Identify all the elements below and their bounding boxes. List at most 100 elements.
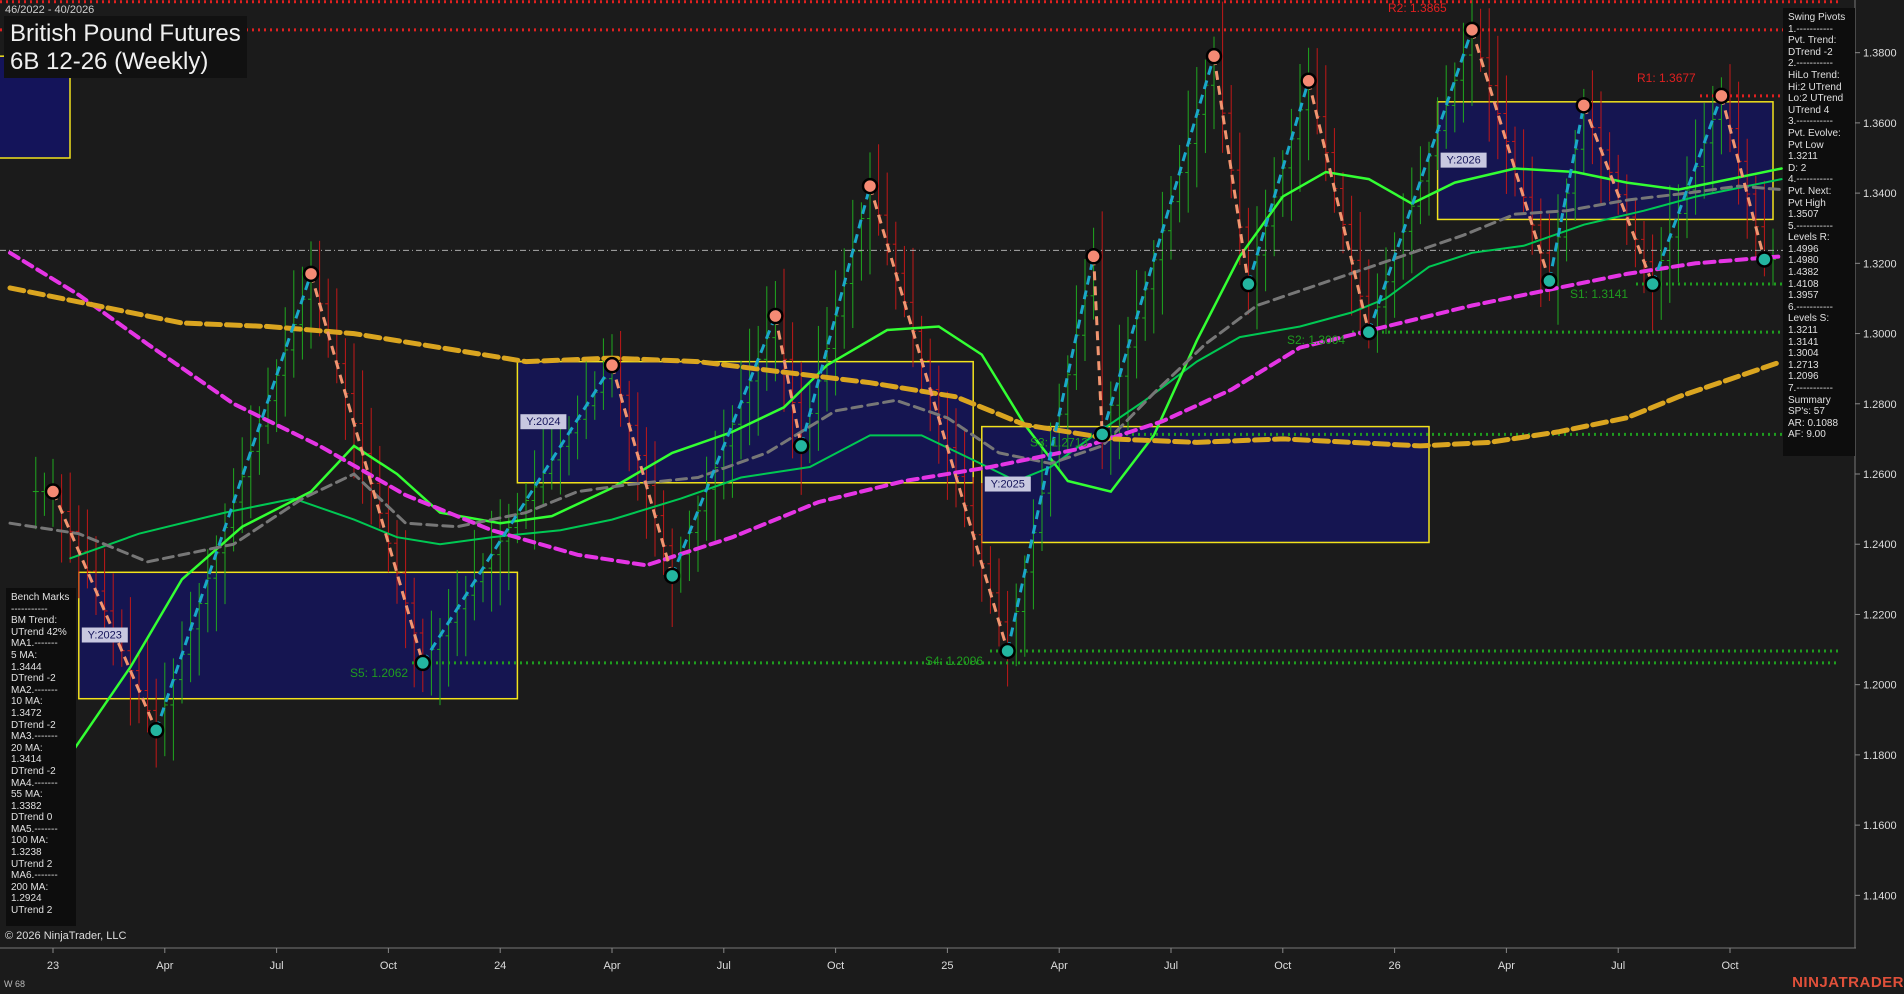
swing-panel-line: Pvt Low — [1788, 139, 1824, 151]
y-tick-label: 1.2000 — [1863, 680, 1897, 692]
bench-panel-line: MA5.------- — [11, 823, 58, 835]
y-tick-label: 1.1400 — [1863, 890, 1897, 902]
y-tick-label: 1.2200 — [1863, 609, 1897, 621]
y-tick-label: 1.1600 — [1863, 820, 1897, 832]
bench-panel-line: UTrend 42% — [11, 626, 67, 638]
swing-panel-line: 1.----------- — [1788, 23, 1833, 35]
bench-panel-line: 1.3414 — [11, 754, 42, 766]
x-tick-label: Oct — [1721, 960, 1738, 972]
level-label: S4: 1.2096 — [925, 654, 983, 668]
level-label: S2: 1.3004 — [1287, 333, 1345, 347]
swing-high-marker — [767, 307, 784, 325]
year-box-label: Y:2024 — [526, 416, 560, 428]
bench-panel-line: 100 MA: — [11, 835, 49, 847]
bench-panel-line: 200 MA: — [11, 881, 49, 893]
year-box-label: Y:2026 — [1446, 155, 1480, 167]
bench-marks-panel: Bench Marks ----------- BM Trend: UTrend 42… — [6, 588, 76, 926]
swing-low-marker — [1360, 323, 1378, 341]
swing-panel-line: 1.4996 — [1788, 243, 1819, 255]
chart-subtitle: 6B 12-26 (Weekly) — [10, 48, 209, 75]
swing-panel-line: UTrend 4 — [1788, 104, 1830, 116]
swing-low-marker — [1541, 272, 1558, 290]
swing-panel-line: 1.2096 — [1788, 371, 1819, 383]
bench-panel-line: MA2.------- — [11, 684, 58, 696]
swing-panel-line: Swing Pivots — [1788, 12, 1846, 23]
swing-panel-line: DTrend -2 — [1788, 46, 1833, 58]
bench-panel-line: 1.2924 — [11, 893, 42, 905]
swing-panel-line: 1.3211 — [1788, 325, 1818, 337]
price-chart[interactable]: Y:2023 Y:2024 Y:2025 Y:2026 R2: 1.3865 R1: 1.… — [0, 0, 1904, 994]
y-tick-label: 1.3600 — [1863, 118, 1897, 130]
y-tick-label: 1.2400 — [1863, 539, 1897, 551]
swing-low-marker — [147, 722, 165, 739]
swing-low-marker — [1093, 426, 1111, 443]
level-label: S3: 1.2713 — [1030, 435, 1088, 449]
x-tick-label: Jul — [270, 960, 284, 972]
swing-panel-line: Pvt High — [1788, 197, 1826, 209]
bench-panel-line: DTrend -2 — [11, 765, 56, 777]
swing-panel-line: 1.3507 — [1788, 209, 1819, 221]
swing-high-marker — [1085, 248, 1102, 265]
x-tick-label: 25 — [941, 960, 953, 972]
bench-panel-line: Bench Marks — [11, 592, 70, 603]
level-label: R2: 1.3865 — [1388, 1, 1447, 15]
swing-panel-line: AF: 9.00 — [1788, 429, 1826, 441]
swing-panel-line: 1.3004 — [1788, 348, 1819, 360]
bench-panel-line: 5 MA: — [11, 649, 38, 661]
bench-panel-line: MA3.------- — [11, 731, 58, 743]
swing-panel-line: Hi:2 UTrend — [1788, 81, 1842, 93]
swing-low-marker — [1644, 275, 1661, 293]
year-box-label: Y:2023 — [88, 630, 122, 642]
swing-panel-line: Lo:2 UTrend — [1788, 93, 1844, 105]
x-tick-label: 26 — [1388, 960, 1400, 972]
bench-panel-line: BM Trend: — [11, 615, 58, 627]
y-tick-label: 1.1800 — [1863, 750, 1897, 762]
bench-panel-line: DTrend -2 — [11, 719, 56, 731]
x-tick-label: Oct — [1274, 960, 1291, 972]
chart-title: British Pound Futures — [10, 20, 241, 47]
swing-panel-line: 1.3957 — [1788, 290, 1819, 302]
swing-low-marker — [414, 654, 432, 672]
y-tick-label: 1.3200 — [1863, 258, 1897, 270]
swing-panel-line: Summary — [1788, 394, 1831, 406]
swing-panel-line: D: 2 — [1788, 162, 1807, 174]
swing-high-marker — [1300, 72, 1317, 90]
x-tick-label: Apr — [156, 960, 173, 972]
year-range-box — [78, 571, 519, 700]
swing-panel-line: Pvt. Trend: — [1788, 35, 1837, 47]
x-tick-label: Apr — [1051, 960, 1068, 972]
level-label: S5: 1.2062 — [350, 666, 408, 680]
bench-panel-line: 10 MA: — [11, 696, 43, 708]
swing-low-marker — [792, 437, 810, 455]
x-tick-label: Jul — [717, 960, 731, 972]
bench-panel-line: MA4.------- — [11, 777, 58, 789]
swing-pivots-panel: Swing Pivots 1.----------- Pvt. Trend: DTre… — [1783, 8, 1855, 456]
x-tick-label: Jul — [1164, 960, 1178, 972]
bench-panel-line: 1.3444 — [11, 661, 42, 673]
swing-high-marker — [1713, 87, 1730, 105]
bench-panel-line: 1.3382 — [11, 800, 42, 812]
swing-panel-line: AR: 0.1088 — [1788, 417, 1839, 429]
swing-panel-line: SP's: 57 — [1788, 406, 1825, 418]
swing-high-marker — [302, 265, 320, 283]
bench-panel-line: MA1.------- — [11, 638, 58, 650]
swing-panel-line: 5.----------- — [1788, 220, 1833, 232]
swing-panel-line: Levels S: — [1788, 313, 1830, 325]
swing-panel-line: 1.4980 — [1788, 255, 1819, 267]
swing-high-marker — [1205, 47, 1223, 65]
bench-panel-line: 1.3238 — [11, 847, 42, 859]
swing-panel-line: 1.4108 — [1788, 278, 1819, 290]
swing-panel-line: 1.3141 — [1788, 336, 1819, 348]
x-tick-label: 23 — [47, 960, 59, 972]
bench-panel-line: UTrend 2 — [11, 905, 53, 917]
swing-high-marker — [603, 356, 621, 374]
swing-low-marker — [663, 567, 681, 585]
bench-panel-line: ----------- — [11, 603, 48, 615]
date-range: 46/2022 - 40/2026 — [5, 4, 95, 16]
x-tick-label: Apr — [1498, 960, 1515, 972]
swing-low-marker — [1240, 275, 1257, 293]
bench-panel-line: MA6.------- — [11, 870, 58, 882]
x-tick-label: Oct — [827, 960, 844, 972]
y-tick-label: 1.3000 — [1863, 329, 1897, 341]
bench-panel-line: 1.3472 — [11, 707, 42, 719]
